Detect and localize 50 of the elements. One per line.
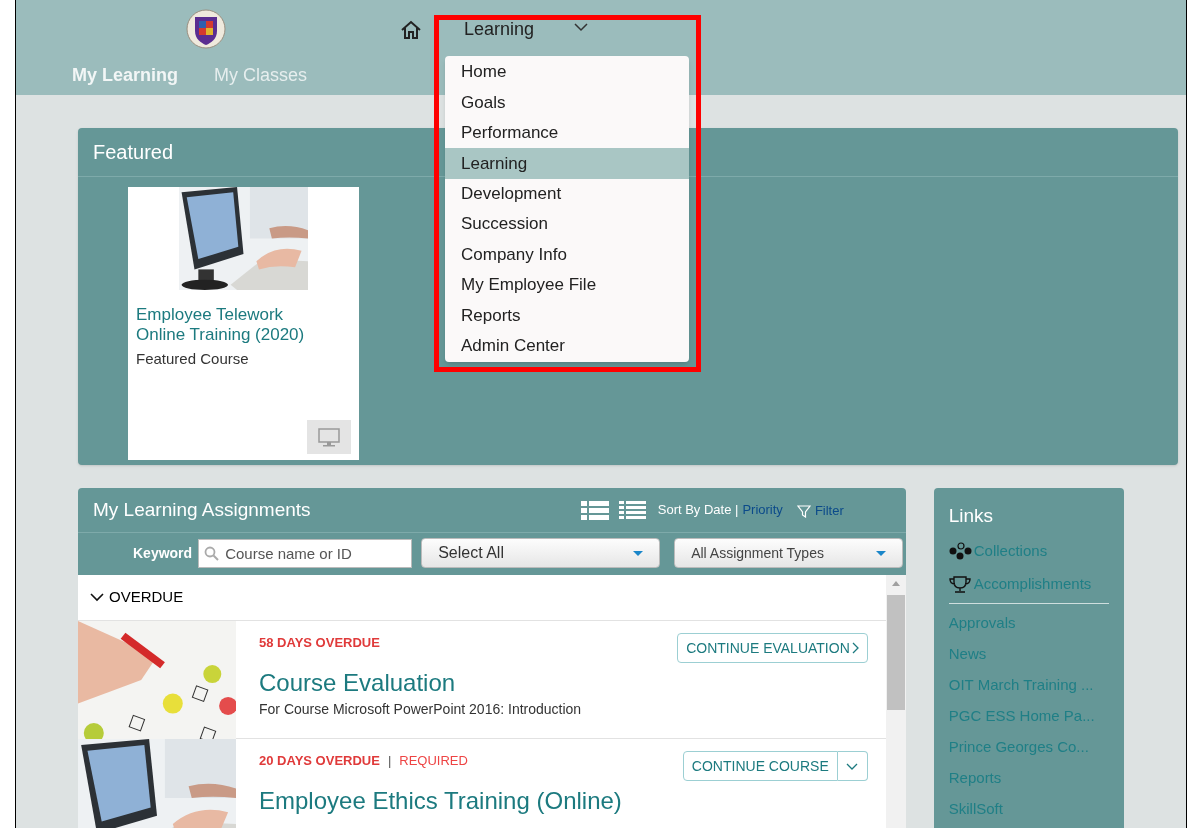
menu-item[interactable]: My Employee File	[445, 269, 689, 301]
overdue-status: 58 DAYS OVERDUE	[259, 634, 380, 652]
panel-title: Featured	[93, 140, 174, 165]
menu-item[interactable]: Learning	[445, 148, 689, 179]
chevron-down-icon	[846, 762, 859, 770]
assignment-title[interactable]: Course Evaluation	[259, 668, 868, 697]
course-type: Featured Course	[135, 349, 250, 369]
menu-item[interactable]: Performance	[445, 117, 689, 149]
overdue-status: 20 DAYS OVERDUE	[259, 752, 380, 770]
assignment-title[interactable]: Employee Ethics Training (Online)	[259, 786, 868, 815]
menu-item[interactable]: Succession	[445, 208, 689, 240]
module-menu-button[interactable]: Learning	[464, 15, 589, 43]
filter-icon	[796, 504, 811, 518]
dots-cluster-icon	[948, 542, 972, 560]
assignment-description: For Course Microsoft PowerPoint 2016: Introduction	[259, 699, 583, 719]
priority-link[interactable]: Priority	[742, 500, 783, 520]
filter-dropdown[interactable]: All Assignment Types	[674, 538, 904, 568]
scroll-up-icon	[891, 581, 900, 586]
separator: |	[387, 752, 392, 770]
compact-list-icon[interactable]	[618, 500, 646, 520]
chevron-icon	[90, 593, 104, 602]
menu-item[interactable]: Home	[445, 57, 689, 88]
required-tag: REQUIRED	[399, 751, 468, 771]
action-button[interactable]: CONTINUE COURSE	[682, 751, 838, 781]
filter-dropdown[interactable]: Select All	[421, 538, 661, 568]
chevron-right-icon	[851, 642, 859, 654]
menu-item[interactable]: Admin Center	[445, 330, 689, 361]
keyword-label: Keyword	[133, 543, 193, 563]
search-icon	[204, 545, 220, 561]
menu-item[interactable]: Reports	[445, 300, 689, 331]
panel-title: My Learning Assignments	[93, 497, 311, 522]
course-title[interactable]: Employee Telework Online Training (2020)	[128, 305, 359, 345]
dropdown-arrow-icon	[876, 550, 887, 556]
search-field[interactable]: Course name or ID	[198, 538, 413, 568]
menu-item[interactable]: Goals	[445, 87, 689, 118]
panel-title: Links	[948, 504, 995, 528]
action-button[interactable]: CONTINUE EVALUATION	[678, 634, 867, 662]
list-view-icon[interactable]	[580, 499, 609, 521]
seal-logo	[186, 9, 226, 49]
trophy-icon	[948, 575, 972, 593]
action-menu-button[interactable]	[837, 751, 868, 781]
dropdown-arrow-icon	[633, 550, 644, 556]
menu-item[interactable]: Development	[445, 178, 689, 209]
monitor-icon	[318, 427, 340, 447]
home-icon[interactable]	[399, 18, 423, 40]
scrollbar[interactable]	[885, 575, 906, 828]
filter-link[interactable]: Filter	[796, 501, 844, 521]
sort-label: Sort By Date |	[657, 501, 739, 520]
menu-item[interactable]: Company Info	[445, 239, 689, 270]
course-card[interactable]: Employee Telework Online Training (2020) Featured Course	[128, 187, 359, 460]
